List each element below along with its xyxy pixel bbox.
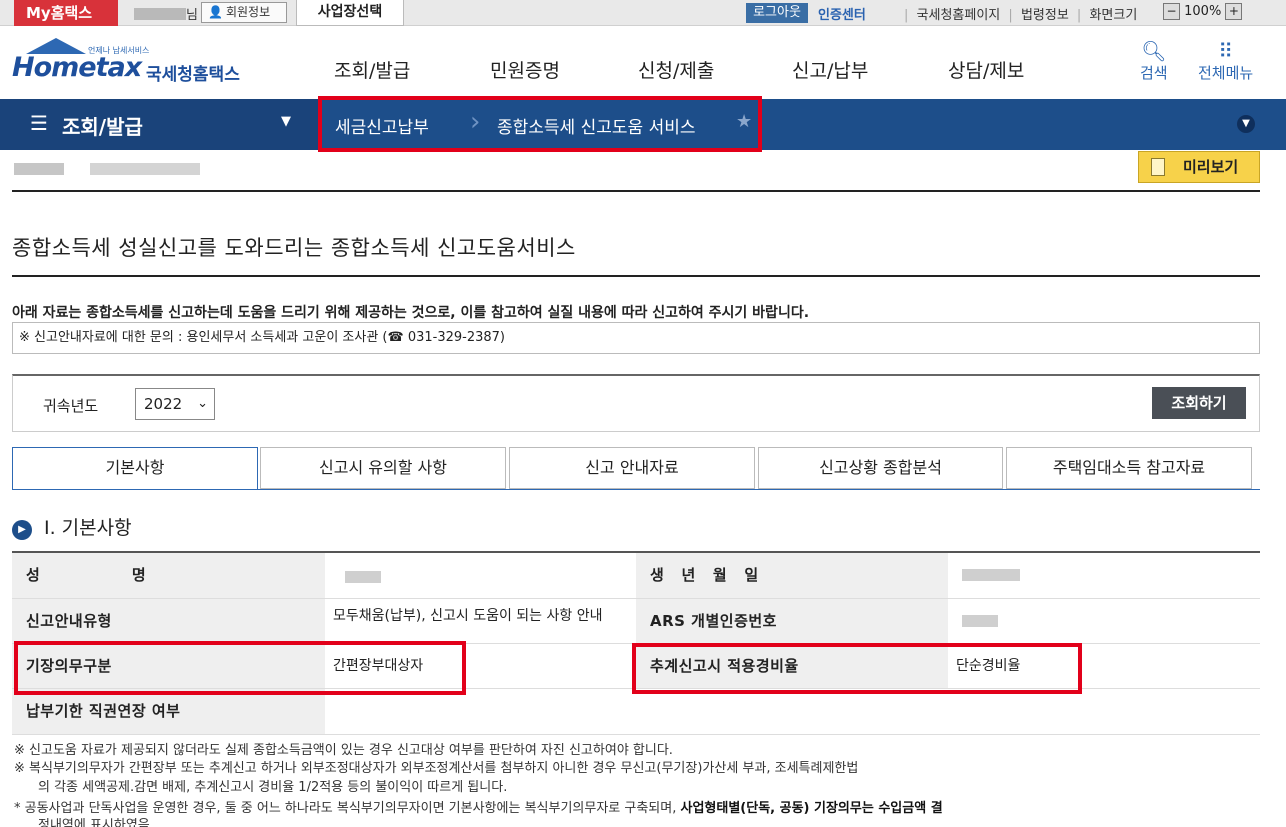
nav-inquiry-issue[interactable]: 조회/발급 [334,56,410,83]
user-name-redacted [134,8,186,20]
search-panel: 귀속년도 2022 ⌄ 조회하기 [12,374,1260,432]
divider: | [1076,8,1082,23]
logout-button[interactable]: 로그아웃 [746,3,808,23]
member-info-button[interactable]: 👤 회원정보 [201,2,287,23]
law-info-link[interactable]: 법령정보 [1021,8,1069,23]
logo-korean: 국세청홈택스 [146,65,240,85]
chevron-down-icon: ⌄ [197,396,208,411]
tab-cautions[interactable]: 신고시 유의할 사항 [260,447,506,489]
cert-center-link[interactable]: 인증센터 [818,4,866,23]
menu-title-block[interactable]: ☰ 조회/발급 ▼ [0,99,318,150]
highlight-bookkeeping [14,641,466,695]
divider: | [1008,8,1013,23]
all-menu-button[interactable]: ⠿ 전체메뉴 [1198,40,1253,83]
query-button[interactable]: 조회하기 [1152,387,1246,419]
birth-label: 생 년 월 일 [636,553,948,598]
redacted-text [90,163,200,175]
year-value: 2022 [144,395,183,413]
hometax-logo[interactable]: 언제나 납세서비스 Hometax 국세청홈택스 [12,36,252,92]
search-button[interactable]: 🔍︎ 검색 [1140,40,1168,83]
zoom-in-button[interactable]: + [1225,3,1243,20]
footnote-3: * 공동사업과 단독사업을 운영한 경우, 둘 중 어느 하나라도 복식부기의무… [14,797,943,816]
all-menu-label: 전체메뉴 [1198,64,1254,82]
deadline-extension-label: 납부기한 직권연장 여부 [12,689,325,734]
menu-title: 조회/발급 [62,115,143,139]
ars-value [948,599,1260,643]
my-hometax-link[interactable]: My홈택스 [14,0,118,26]
top-links: | 국세청홈페이지 | 법령정보 | 화면크기 [904,4,1141,23]
tab-rental-income[interactable]: 주택임대소득 참고자료 [1006,447,1252,489]
name-label: 성 명 [12,553,325,598]
zoom-out-button[interactable]: − [1163,3,1180,20]
tab-underline [12,489,1260,490]
deadline-extension-value [325,689,1260,734]
tab-basic-info[interactable]: 기본사항 [12,447,258,490]
redacted-text [14,163,64,175]
tab-status-analysis[interactable]: 신고상황 종합분석 [758,447,1003,489]
footnote-2-cont: 의 각종 세액공제.감면 배제, 추계신고시 경비율 1/2적용 등의 불이익이… [38,780,508,795]
preview-button[interactable]: 미리보기 [1138,151,1260,183]
page-title: 종합소득세 성실신고를 도와드리는 종합소득세 신고도움서비스 [12,236,576,260]
name-value [325,553,636,598]
highlight-breadcrumb [318,96,762,152]
divider [12,275,1260,277]
nav-civil-certificate[interactable]: 민원증명 [490,56,560,83]
caret-down-icon: ▼ [281,114,291,129]
section-title-text: Ⅰ. 기본사항 [44,517,132,539]
document-icon [1151,158,1165,176]
tab-guide-data[interactable]: 신고 안내자료 [509,447,755,489]
zoom-level: 100% [1184,4,1222,19]
footnote-2: ※ 복식부기의무자가 간편장부 또는 추계신고 하거나 외부조정대상자가 외부조… [14,761,859,776]
name-suffix: 님 [186,8,198,23]
ars-label: ARS 개별인증번호 [636,599,948,643]
nts-homepage-link[interactable]: 국세청홈페이지 [917,8,1001,23]
nav-apply-submit[interactable]: 신청/제출 [638,56,714,83]
footnote-1: ※ 신고도움 자료가 제공되지 않더라도 실제 종합소득금액이 있는 경우 신고… [14,743,673,758]
highlight-expense-rate [632,643,1082,694]
hamburger-icon: ☰ [30,111,48,135]
search-label: 검색 [1140,64,1168,82]
member-info-label: 회원정보 [225,5,271,19]
guide-type-value: 모두채움(납부), 신고시 도움이 되는 사항 안내 [325,599,636,643]
year-label: 귀속년도 [43,397,99,415]
business-select-button[interactable]: 사업장선택 [296,0,404,26]
site-header: 언제나 납세서비스 Hometax 국세청홈택스 조회/발급 민원증명 신청/제… [0,26,1286,99]
redacted-text [345,571,381,583]
expand-down-icon[interactable]: ▼ [1237,115,1255,133]
person-icon: 👤 [208,5,223,19]
top-utility-bar: My홈택스 님 👤 회원정보 사업장선택 로그아웃 인증센터 | 국세청홈페이지 … [0,0,1286,26]
inquiry-info: ※ 신고안내자료에 대한 문의 : 용인세무서 소득세과 고운이 조사관 (☎ … [12,322,1260,354]
row-divider [12,734,1260,735]
redacted-text [962,615,998,627]
redacted-text [962,569,1020,581]
nav-report-pay[interactable]: 신고/납부 [792,56,868,83]
notice-text: 아래 자료는 종합소득세를 신고하는데 도움을 드리기 위해 제공하는 것으로,… [12,305,810,321]
year-select[interactable]: 2022 ⌄ [135,388,215,420]
logo-wordmark: Hometax [12,52,142,83]
birth-value [948,553,1260,598]
section-title: ▶ Ⅰ. 기본사항 [12,513,132,540]
footnote-3-cont: 정내역에 표시하였음 [38,818,150,827]
preview-label: 미리보기 [1183,158,1239,176]
zoom-control: − 100% + [1163,3,1243,20]
search-icon: 🔍︎ [1141,39,1167,63]
footnote-3-bold: 사업형태별(단독, 공동) 기장의무는 수입금액 결 [680,801,943,816]
nav-consult-report[interactable]: 상담/제보 [948,56,1024,83]
divider: | [904,8,909,23]
guide-type-label: 신고안내유형 [12,599,325,643]
divider [12,190,1260,192]
screen-size-label: 화면크기 [1089,8,1138,23]
grid-menu-icon: ⠿ [1218,39,1233,63]
arrow-circle-icon: ▶ [12,520,32,540]
